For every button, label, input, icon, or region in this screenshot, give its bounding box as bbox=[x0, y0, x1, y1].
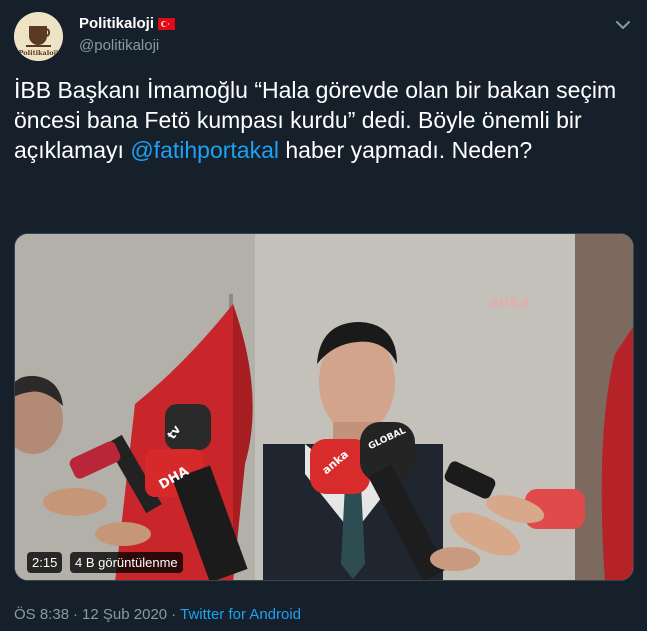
video-watermark: anka bbox=[489, 292, 530, 311]
avatar-text: Politikaloji bbox=[19, 49, 59, 57]
tweet-text: İBB Başkanı İmamoğlu “Hala görevde olan … bbox=[14, 75, 634, 165]
video-player[interactable]: tv DHA GLOBAL anka anka 2:15 4 B görüntü… bbox=[14, 233, 634, 581]
tweet-meta: ÖS 8:38 · 12 Şub 2020 · Twitter for Andr… bbox=[14, 606, 301, 623]
user-handle[interactable]: @politikaloji bbox=[79, 37, 159, 54]
tweet-text-part: haber yapmadı. Neden? bbox=[278, 137, 533, 163]
mention-link[interactable]: @fatihportakal bbox=[130, 137, 279, 163]
tweet-source-link[interactable]: Twitter for Android bbox=[180, 606, 301, 623]
video-thumbnail: tv DHA GLOBAL anka bbox=[15, 234, 633, 580]
meta-separator: · bbox=[73, 606, 79, 623]
tweet-header: Politikaloji Politikaloji @politikaloji bbox=[14, 12, 634, 62]
tweet-time[interactable]: ÖS 8:38 bbox=[14, 606, 69, 623]
name-row: Politikaloji bbox=[79, 15, 176, 32]
avatar[interactable]: Politikaloji bbox=[14, 12, 63, 61]
video-duration-badge: 2:15 bbox=[27, 552, 63, 573]
tweet-date[interactable]: 12 Şub 2020 bbox=[82, 606, 167, 623]
display-name[interactable]: Politikaloji bbox=[79, 15, 154, 32]
turkey-flag-icon bbox=[158, 17, 176, 30]
politikaloji-logo: Politikaloji bbox=[14, 12, 63, 61]
meta-separator: · bbox=[171, 606, 177, 623]
chevron-down-icon[interactable] bbox=[612, 14, 634, 36]
video-views-badge: 4 B görüntülenme bbox=[70, 552, 183, 573]
